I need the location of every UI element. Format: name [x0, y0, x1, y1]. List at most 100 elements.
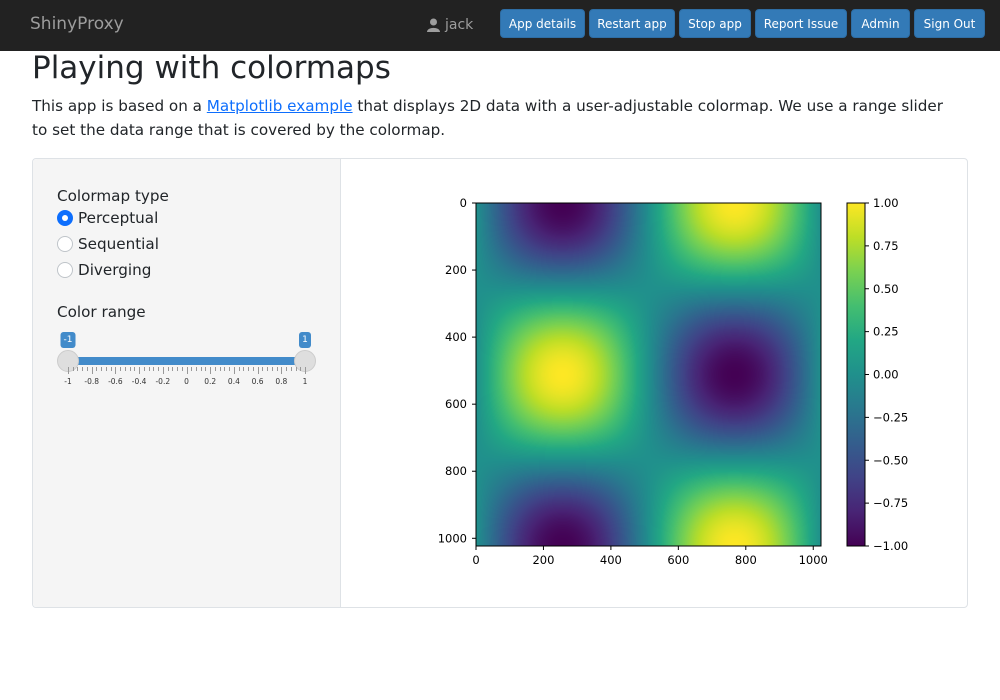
heatmap-chart: 0 200 400 600 800 1000 0 200 400 600 800 1000 1.00 0.… — [438, 196, 909, 567]
slider-grid-minor-tick — [224, 367, 226, 371]
y-tick-label: 200 — [445, 263, 467, 277]
intro-before: This app is based on a — [32, 97, 207, 115]
slider-grid-minor-tick — [248, 367, 250, 371]
radio-perceptual[interactable]: Perceptual — [57, 209, 158, 227]
slider-grid-minor-tick — [181, 367, 183, 371]
slider-grid-minor-tick — [195, 367, 197, 371]
slider-grid-minor-tick — [82, 367, 84, 371]
sign-out-button[interactable]: Sign Out — [914, 9, 985, 38]
colorbar-tick-label: 0.50 — [873, 282, 899, 296]
slider-grid-label: -0.6 — [108, 377, 123, 386]
y-tick-label: 0 — [460, 196, 467, 210]
slider-grid-minor-tick — [219, 367, 221, 371]
slider-grid-minor-tick — [229, 367, 231, 371]
x-tick-label: 1000 — [799, 553, 828, 567]
slider-grid-label: -0.4 — [131, 377, 147, 386]
sidebar-panel: Colormap type Perceptual Sequential Dive… — [33, 159, 341, 607]
slider-grid-label: 0.2 — [204, 377, 217, 386]
user-icon — [427, 18, 440, 32]
slider-grid-minor-tick — [252, 367, 254, 371]
slider-grid-minor-tick — [286, 367, 288, 371]
admin-button[interactable]: Admin — [851, 9, 910, 38]
slider-grid-minor-tick — [143, 367, 145, 371]
slider-grid-tick — [91, 367, 93, 374]
slider-grid-minor-tick — [300, 367, 302, 371]
slider-max-value: 1 — [299, 332, 311, 348]
x-tick-label: 200 — [532, 553, 554, 567]
slider-grid-minor-tick — [200, 367, 202, 371]
slider-grid-tick — [186, 367, 188, 374]
colorbar-tick-label: −0.75 — [873, 496, 908, 510]
slider-grid-minor-tick — [96, 367, 98, 371]
colorbar-tick-label: −0.25 — [873, 410, 908, 424]
colorbar-tick-label: −0.50 — [873, 453, 908, 467]
x-tick-label: 0 — [472, 553, 479, 567]
slider-grid-minor-tick — [167, 367, 169, 371]
slider-grid-label: 0.4 — [227, 377, 240, 386]
radio-label-perceptual: Perceptual — [78, 209, 159, 227]
slider-grid-minor-tick — [134, 367, 136, 371]
x-tick-label: 600 — [667, 553, 689, 567]
slider-grid-tick — [257, 367, 259, 374]
report-issue-button[interactable]: Report Issue — [755, 9, 847, 38]
slider-grid-minor-tick — [86, 367, 88, 371]
brand-logo[interactable]: ShinyProxy — [30, 14, 124, 34]
slider-min-value: -1 — [60, 332, 76, 348]
radio-button-sequential[interactable] — [57, 236, 73, 252]
slider-grid-minor-tick — [238, 367, 240, 371]
slider-grid-minor-tick — [105, 367, 107, 371]
slider-grid-tick — [68, 367, 69, 374]
slider-grid-label: -0.8 — [84, 377, 100, 386]
slider-grid-minor-tick — [271, 367, 273, 371]
slider-grid-tick — [233, 367, 235, 374]
slider-grid-tick — [162, 367, 164, 374]
radio-sequential[interactable]: Sequential — [57, 235, 159, 253]
slider-grid-minor-tick — [276, 367, 278, 371]
slider-grid-minor-tick — [77, 367, 79, 371]
slider-grid-tick — [139, 367, 141, 374]
y-tick-label: 800 — [445, 464, 467, 478]
user-menu[interactable]: jack — [427, 17, 473, 33]
slider-grid-minor-tick — [110, 367, 112, 371]
slider-grid-minor-tick — [262, 367, 264, 371]
slider-grid-minor-tick — [172, 367, 174, 371]
radio-diverging[interactable]: Diverging — [57, 261, 151, 279]
colormap-type-label: Colormap type — [57, 187, 169, 205]
slider-bar[interactable] — [68, 357, 305, 365]
slider-grid-minor-tick — [129, 367, 131, 371]
color-range-slider[interactable]: -1 1 -1 -0.8 -0.6 -0.4 -0.2 0 0.2 0.4 0.6 0.8 1 — [57, 329, 319, 391]
slider-grid-minor-tick — [267, 367, 269, 371]
slider-grid-minor-tick — [148, 367, 150, 371]
slider-grid-minor-tick — [158, 367, 160, 371]
radio-label-sequential: Sequential — [78, 235, 159, 253]
colorbar-tick-label: −1.00 — [873, 539, 908, 553]
slider-grid-label: 0.6 — [251, 377, 264, 386]
colorbar-tick-label: 0.00 — [873, 368, 899, 382]
slider-grid-minor-tick — [243, 367, 245, 371]
slider-grid-minor-tick — [214, 367, 216, 371]
colorbar-tick-label: 0.25 — [873, 325, 899, 339]
slider-grid-minor-tick — [124, 367, 126, 371]
slider-grid-minor-tick — [205, 367, 207, 371]
slider-grid-tick — [281, 367, 283, 374]
radio-button-diverging[interactable] — [57, 262, 73, 278]
navbar: ShinyProxy jack App details Restart app … — [0, 0, 1000, 51]
x-tick-label: 400 — [600, 553, 622, 567]
colorbar-tick-label: 1.00 — [873, 196, 899, 210]
stop-app-button[interactable]: Stop app — [679, 9, 751, 38]
matplotlib-example-link[interactable]: Matplotlib example — [207, 97, 353, 115]
y-tick-label: 1000 — [438, 531, 467, 545]
color-range-label: Color range — [57, 303, 146, 321]
radio-button-perceptual[interactable] — [57, 210, 73, 226]
restart-app-button[interactable]: Restart app — [589, 9, 675, 38]
y-tick-label: 600 — [445, 397, 467, 411]
x-tick-label: 800 — [735, 553, 757, 567]
y-tick-label: 400 — [445, 330, 467, 344]
slider-grid-tick — [305, 367, 306, 374]
slider-grid-label: 0.8 — [275, 377, 288, 386]
slider-grid-minor-tick — [120, 367, 122, 371]
app-details-button[interactable]: App details — [500, 9, 585, 38]
slider-grid-minor-tick — [290, 367, 292, 371]
page-title: Playing with colormaps — [32, 50, 391, 86]
slider-grid-tick — [210, 367, 212, 374]
